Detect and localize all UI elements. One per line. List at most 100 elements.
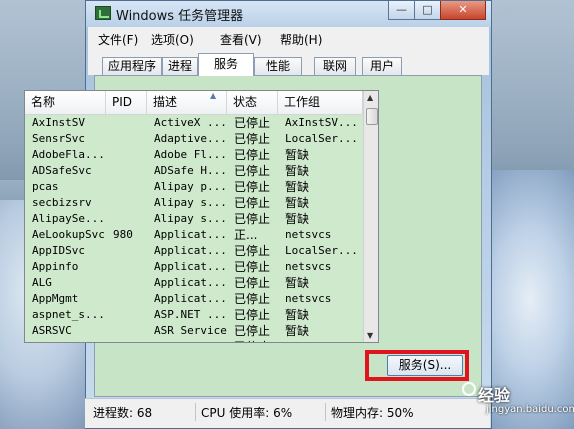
cell-group: 暂缺 bbox=[285, 324, 310, 338]
cell-pid bbox=[106, 323, 147, 339]
table-row[interactable]: ADSafeSvc ADSafe H... 已停止 暂缺 bbox=[25, 163, 363, 179]
column-status[interactable]: 状态 bbox=[227, 91, 278, 114]
column-name[interactable]: 名称 bbox=[25, 91, 106, 114]
cell-group: 暂缺 bbox=[285, 148, 310, 162]
tab-services[interactable]: 服务 bbox=[198, 53, 254, 76]
table-row[interactable]: ALG Applicat... 已停止 暂缺 bbox=[25, 275, 363, 291]
table-row[interactable]: AxInstSV ActiveX ... 已停止 AxInstSV... bbox=[25, 115, 363, 131]
cell-pid bbox=[106, 291, 147, 307]
scroll-thumb[interactable] bbox=[366, 108, 378, 125]
scroll-down-icon[interactable]: ▼ bbox=[367, 331, 373, 340]
cell-status: 已停止 bbox=[227, 339, 278, 342]
menu-options[interactable]: 选项(O) bbox=[151, 31, 194, 48]
cell-status: 已停止 bbox=[234, 196, 271, 210]
cell-status: 已停止 bbox=[234, 132, 271, 146]
cell-pid bbox=[106, 115, 147, 131]
cell-pid bbox=[106, 339, 147, 342]
cell-group: netsvcs bbox=[285, 260, 332, 273]
menu-file[interactable]: 文件(F) bbox=[98, 31, 138, 48]
cell-name: secbizsrv bbox=[32, 196, 92, 209]
close-button[interactable]: ✕ bbox=[440, 1, 486, 20]
cell-desc: ActiveX ... bbox=[154, 116, 227, 129]
tab-networking[interactable]: 联网 bbox=[314, 57, 356, 75]
table-row[interactable]: Appinfo Applicat... 已停止 netsvcs bbox=[25, 259, 363, 275]
table-row[interactable]: AdobeFla... Adobe Fl... 已停止 暂缺 bbox=[25, 147, 363, 163]
tab-processes[interactable]: 进程 bbox=[162, 57, 198, 75]
cell-desc: Alipay s... bbox=[154, 196, 227, 209]
table-row[interactable]: BITS Backgrou...已停止netsvcs bbox=[25, 339, 363, 342]
cell-pid bbox=[106, 195, 147, 211]
cell-status: 已停止 bbox=[234, 212, 271, 226]
table-row[interactable]: secbizsrv Alipay s... 已停止 暂缺 bbox=[25, 195, 363, 211]
table-row[interactable]: AppMgmt Applicat... 已停止 netsvcs bbox=[25, 291, 363, 307]
cell-pid bbox=[106, 211, 147, 227]
cell-group: 暂缺 bbox=[285, 308, 310, 322]
cell-name: AxInstSV bbox=[32, 116, 85, 129]
cell-desc: Applicat... bbox=[154, 292, 227, 305]
tab-strip: 应用程序 进程 服务 性能 联网 用户 bbox=[88, 49, 489, 76]
table-row[interactable]: pcas Alipay p... 已停止 暂缺 bbox=[25, 179, 363, 195]
cell-group: netsvcs bbox=[285, 228, 332, 241]
cell-name: Appinfo bbox=[32, 260, 79, 273]
cell-name: AppIDSvc bbox=[32, 244, 85, 257]
cell-status: 已停止 bbox=[234, 260, 271, 274]
cell-group: 暂缺 bbox=[285, 276, 310, 290]
column-group[interactable]: 工作组 bbox=[278, 91, 363, 114]
cell-desc: Applicat... bbox=[154, 276, 227, 289]
cell-name: aspnet_s... bbox=[32, 308, 105, 321]
cell-desc: ASP.NET ... bbox=[154, 308, 227, 321]
table-row[interactable]: AlipaySe... Alipay s... 已停止 暂缺 bbox=[25, 211, 363, 227]
table-row[interactable]: AeLookupSvc 980 Applicat... 正... netsvcs bbox=[25, 227, 363, 243]
table-row[interactable]: SensrSvc Adaptive... 已停止 LocalSer... bbox=[25, 131, 363, 147]
watermark-url: jingyan.baidu.com bbox=[486, 404, 574, 415]
cpu-usage: CPU 使用率: 6% bbox=[201, 406, 293, 420]
cell-name: BITS bbox=[25, 339, 106, 342]
cell-group: netsvcs bbox=[285, 292, 332, 305]
maximize-button[interactable]: □ bbox=[414, 1, 441, 20]
cell-desc: Backgrou... bbox=[147, 339, 227, 342]
menu-view[interactable]: 查看(V) bbox=[220, 31, 262, 48]
cell-name: pcas bbox=[32, 180, 59, 193]
cell-desc: Alipay p... bbox=[154, 180, 227, 193]
highlight-box bbox=[365, 350, 469, 381]
cell-status: 已停止 bbox=[234, 308, 271, 322]
cell-pid bbox=[106, 275, 147, 291]
status-separator bbox=[195, 403, 196, 421]
menu-help[interactable]: 帮助(H) bbox=[280, 31, 322, 48]
cell-group: 暂缺 bbox=[285, 196, 310, 210]
cell-pid bbox=[106, 147, 147, 163]
status-bar: 进程数: 68 CPU 使用率: 6% 物理内存: 50% bbox=[85, 398, 490, 428]
cell-pid: 980 bbox=[113, 228, 133, 241]
cell-group: LocalSer... bbox=[285, 132, 358, 145]
table-row[interactable]: ASRSVC ASR Service 已停止 暂缺 bbox=[25, 323, 363, 339]
cell-status: 已停止 bbox=[234, 324, 271, 338]
cell-name: ASRSVC bbox=[32, 324, 72, 337]
cell-status: 已停止 bbox=[234, 244, 271, 258]
cell-desc: ADSafe H... bbox=[154, 164, 227, 177]
memory-usage: 物理内存: 50% bbox=[331, 406, 414, 420]
table-row[interactable]: AppIDSvc Applicat... 已停止 LocalSer... bbox=[25, 243, 363, 259]
scroll-up-icon[interactable]: ▲ bbox=[367, 93, 373, 102]
tab-applications[interactable]: 应用程序 bbox=[102, 57, 162, 75]
sort-ascending-icon: ▲ bbox=[210, 91, 217, 100]
cell-desc: Adaptive... bbox=[154, 132, 227, 145]
services-list[interactable]: 名称 PID 描述 ▲ 状态 工作组 AxInstSV ActiveX ... 已停… bbox=[24, 90, 379, 343]
minimize-button[interactable]: — bbox=[388, 1, 415, 20]
cell-status: 已停止 bbox=[234, 276, 271, 290]
status-separator bbox=[325, 403, 326, 421]
cell-desc: ASR Service bbox=[154, 324, 227, 337]
tab-users[interactable]: 用户 bbox=[362, 57, 402, 75]
cell-status: 已停止 bbox=[234, 292, 271, 306]
cell-status: 已停止 bbox=[234, 116, 271, 130]
table-row[interactable]: aspnet_s... ASP.NET ... 已停止 暂缺 bbox=[25, 307, 363, 323]
vertical-scrollbar[interactable]: ▲ ▼ bbox=[363, 91, 378, 342]
window-title: Windows 任务管理器 bbox=[116, 9, 244, 24]
cell-group: LocalSer... bbox=[285, 244, 358, 257]
cell-name: AlipaySe... bbox=[32, 212, 105, 225]
cell-pid bbox=[106, 163, 147, 179]
title-bar[interactable]: Windows 任务管理器 — □ ✕ bbox=[86, 1, 491, 27]
column-pid[interactable]: PID bbox=[106, 91, 147, 114]
tab-performance[interactable]: 性能 bbox=[254, 57, 302, 75]
cell-name: AppMgmt bbox=[32, 292, 79, 305]
process-count: 进程数: 68 bbox=[93, 406, 153, 420]
